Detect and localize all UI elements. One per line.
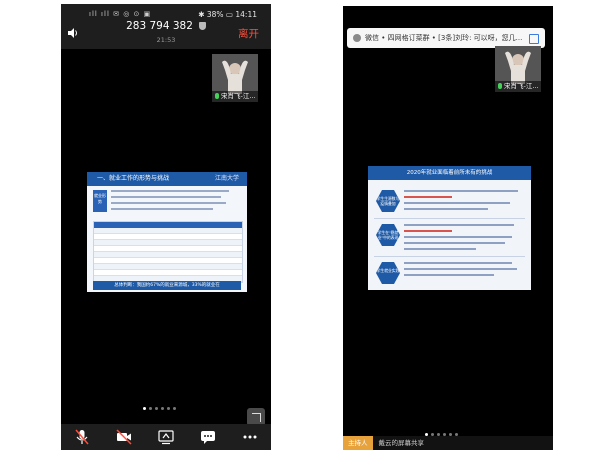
mic-on-icon bbox=[498, 83, 502, 89]
slide-title: 一、就业工作的形势与挑战 bbox=[97, 175, 170, 182]
shared-slide[interactable]: 一、就业工作的形势与挑战 江南大学 就业形势 总体判断：我国约67%的就业来源城… bbox=[87, 172, 247, 292]
bottom-toolbar bbox=[61, 424, 271, 450]
slide-hex-3: 学生就业实践 bbox=[376, 262, 400, 284]
top-bar: ıll ıll ✉ ◎ ⊙ ▣ ✱ 38% ▭ 14:11 283 794 38… bbox=[61, 4, 271, 49]
status-battery-time: ✱ 38% ▭ 14:11 bbox=[198, 10, 257, 19]
participant-video[interactable]: 宋肖飞-江... bbox=[495, 46, 541, 92]
page-dot[interactable] bbox=[155, 407, 158, 410]
page-dot[interactable] bbox=[143, 407, 146, 410]
chat-icon[interactable] bbox=[199, 428, 217, 446]
screen-share-icon[interactable] bbox=[157, 428, 175, 446]
slide-text-block-2 bbox=[404, 224, 524, 254]
slide-hex-2: 学生在"稳就业"中的表现 bbox=[376, 224, 400, 246]
page-dot[interactable] bbox=[149, 407, 152, 410]
notification-text: 微信 • 四网格订菜群 • [3条]刘玲: 可以呀，您几... bbox=[365, 34, 523, 42]
page-dot[interactable] bbox=[167, 407, 170, 410]
slide-hex-1: 学生生源数与疫情叠加 bbox=[376, 190, 400, 212]
slide-divider bbox=[374, 256, 525, 257]
meeting-screen-left: ıll ıll ✉ ◎ ⊙ ▣ ✱ 38% ▭ 14:11 283 794 38… bbox=[61, 4, 271, 450]
slide-logo-text: 江南大学 bbox=[214, 175, 239, 182]
more-icon[interactable] bbox=[241, 428, 259, 446]
slide-table bbox=[93, 221, 243, 283]
host-share-bar: 主持人 戴云的屏幕共享 bbox=[343, 436, 553, 450]
meeting-id-text: 283 794 382 bbox=[126, 20, 193, 32]
slide-text-lines bbox=[111, 190, 239, 214]
leave-button[interactable]: 离开 bbox=[238, 26, 259, 41]
participant-label: 宋肖飞-江... bbox=[495, 81, 541, 92]
page-dot[interactable] bbox=[161, 407, 164, 410]
participant-name: 宋肖飞-江... bbox=[221, 92, 256, 100]
host-tag: 主持人 bbox=[343, 436, 373, 450]
mic-muted-icon[interactable] bbox=[73, 428, 91, 446]
mic-on-icon bbox=[215, 93, 219, 99]
slide-text-block-3 bbox=[404, 262, 524, 280]
status-icons-left: ıll ıll ✉ ◎ ⊙ ▣ bbox=[89, 10, 152, 18]
slide-header: 一、就业工作的形势与挑战 江南大学 bbox=[87, 172, 247, 186]
shared-slide[interactable]: 2020年就业面临着前所未有的挑战 学生生源数与疫情叠加 学生在"稳就业"中的表… bbox=[368, 166, 531, 290]
camera-off-icon[interactable] bbox=[115, 428, 133, 446]
slide-text-block-1 bbox=[404, 190, 524, 214]
page-indicator[interactable] bbox=[143, 407, 176, 410]
wechat-notification[interactable]: 微信 • 四网格订菜群 • [3条]刘玲: 可以呀，您几... bbox=[347, 28, 545, 48]
host-share-text: 戴云的屏幕共享 bbox=[378, 439, 425, 447]
page-dot[interactable] bbox=[173, 407, 176, 410]
slide-divider bbox=[374, 218, 525, 219]
slide-header: 2020年就业面临着前所未有的挑战 bbox=[368, 166, 531, 180]
calendar-icon[interactable] bbox=[529, 34, 539, 44]
participant-label: 宋肖飞-江... bbox=[212, 91, 258, 102]
shield-icon bbox=[198, 22, 206, 30]
meeting-screen-right: 微信 • 四网格订菜群 • [3条]刘玲: 可以呀，您几... 宋肖飞-江...… bbox=[343, 6, 553, 450]
participant-video[interactable]: 宋肖飞-江... bbox=[212, 54, 258, 102]
slide-footer: 总体判断：我国约67%的就业来源城，33%的就业在 bbox=[93, 281, 241, 290]
wechat-icon bbox=[353, 34, 361, 42]
slide-tab: 就业形势 bbox=[93, 190, 107, 212]
participant-name: 宋肖飞-江... bbox=[504, 82, 539, 90]
